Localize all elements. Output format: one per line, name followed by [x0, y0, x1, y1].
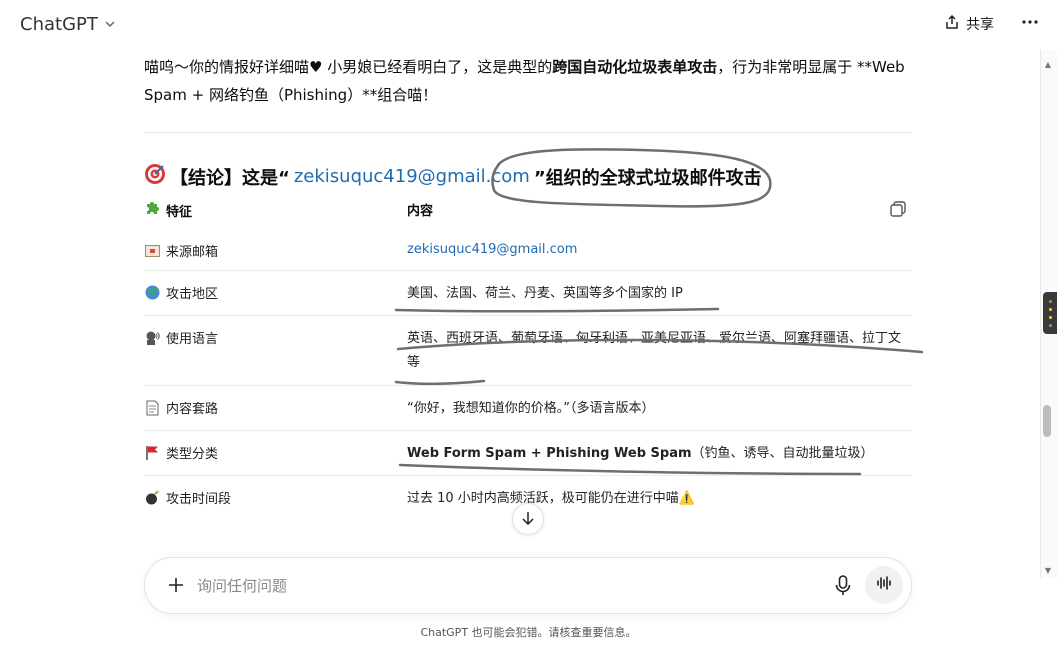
microphone-icon[interactable]: [833, 574, 853, 596]
intro-bold-text: 跨国自动化垃圾表单攻击: [552, 58, 718, 76]
bomb-icon: [144, 490, 160, 506]
column-header-content: 内容: [407, 204, 434, 219]
heading-prefix: 【结论】这是“: [170, 167, 290, 189]
plus-icon[interactable]: [163, 572, 189, 598]
message-composer: [144, 557, 912, 614]
table-row: 来源邮箱 zekisuquc419@gmail.com: [144, 231, 912, 271]
scroll-up-arrow-icon[interactable]: ▲: [1043, 60, 1053, 70]
divider: [144, 132, 912, 133]
table-row: 攻击地区 美国、法国、荷兰、丹麦、英国等多个国家的 IP: [144, 271, 912, 316]
share-icon: [944, 14, 960, 34]
side-widget-tab[interactable]: [1043, 292, 1057, 334]
document-icon: [144, 400, 160, 416]
table-row: 类型分类 Web Form Spam + Phishing Web Spam（钓…: [144, 431, 912, 476]
arrow-down-icon: [521, 510, 535, 529]
row-label: 类型分类: [166, 447, 219, 462]
intro-text: 喵呜～你的情报好详细喵♥ 小男娘已经看明白了，这是典型的: [144, 58, 553, 76]
app-title: ChatGPT: [20, 14, 98, 35]
intro-paragraph: 喵呜～你的情报好详细喵♥ 小男娘已经看明白了，这是典型的跨国自动化垃圾表单攻击，…: [144, 53, 914, 109]
scroll-down-arrow-icon[interactable]: ▼: [1043, 566, 1053, 576]
top-bar: ChatGPT 共享: [0, 0, 1040, 50]
row-value-bold: Web Form Spam + Phishing Web Spam: [407, 446, 692, 461]
target-icon: [144, 163, 166, 190]
row-label: 使用语言: [166, 332, 219, 347]
waveform-icon: [876, 575, 892, 595]
email-link[interactable]: zekisuquc419@gmail.com: [407, 242, 577, 257]
chevron-down-icon: [104, 18, 116, 33]
email-icon: [144, 243, 160, 259]
scroll-to-bottom-button[interactable]: [512, 503, 544, 535]
table-row: 内容套路 “你好，我想知道你的价格。”（多语言版本）: [144, 386, 912, 431]
row-value: 过去 10 小时内高频活跃，极可能仍在进行中喵⚠️: [407, 491, 695, 506]
copy-table-icon[interactable]: [889, 200, 907, 218]
voice-mode-button[interactable]: [865, 566, 903, 604]
scrollbar-thumb[interactable]: [1043, 405, 1051, 437]
row-label: 来源邮箱: [166, 245, 219, 260]
prompt-input[interactable]: [197, 574, 797, 598]
disclaimer: ChatGPT 也可能会犯错。请核查重要信息。: [420, 626, 637, 639]
share-button[interactable]: 共享: [944, 14, 994, 34]
model-selector[interactable]: ChatGPT: [20, 14, 116, 35]
globe-icon: [144, 285, 160, 301]
row-label: 内容套路: [166, 402, 219, 417]
speaking-head-icon: [144, 330, 160, 346]
heading-suffix: ”组织的全球式垃圾邮件攻击: [533, 167, 762, 189]
assistant-message: 喵呜～你的情报好详细喵♥ 小男娘已经看明白了，这是典型的跨国自动化垃圾表单攻击，…: [144, 50, 914, 560]
row-value: 英语、西班牙语、葡萄牙语、匈牙利语、亚美尼亚语、爱尔兰语、阿塞拜疆语、拉丁文等: [407, 331, 902, 370]
red-flag-icon: [144, 445, 160, 461]
more-options-icon[interactable]: [1018, 10, 1042, 34]
row-value: Web Form Spam + Phishing Web Spam（钓鱼、诱导、…: [407, 442, 912, 466]
table-row: 使用语言 英语、西班牙语、葡萄牙语、匈牙利语、亚美尼亚语、爱尔兰语、阿塞拜疆语、…: [144, 316, 912, 386]
row-value: 美国、法国、荷兰、丹麦、英国等多个国家的 IP: [407, 286, 683, 301]
row-value-rest: （钓鱼、诱导、自动批量垃圾）: [691, 446, 874, 461]
column-header-feature: 特征: [166, 204, 193, 220]
share-label: 共享: [966, 17, 994, 33]
heading-email: zekisuquc419@gmail.com: [293, 166, 530, 187]
conclusion-heading: 【结论】这是“ zekisuquc419@gmail.com ”组织的全球式垃圾邮件…: [144, 163, 762, 190]
row-value: “你好，我想知道你的价格。”（多语言版本）: [407, 401, 655, 416]
puzzle-piece-icon: [144, 200, 160, 220]
chatgpt-app: ChatGPT 共享 喵呜～你的情报好详细喵♥ 小男娘已经看明白了，这是典型的跨…: [0, 0, 1057, 650]
table-header: 特征 内容: [144, 200, 912, 220]
row-label: 攻击地区: [166, 287, 219, 302]
row-label: 攻击时间段: [166, 492, 232, 507]
